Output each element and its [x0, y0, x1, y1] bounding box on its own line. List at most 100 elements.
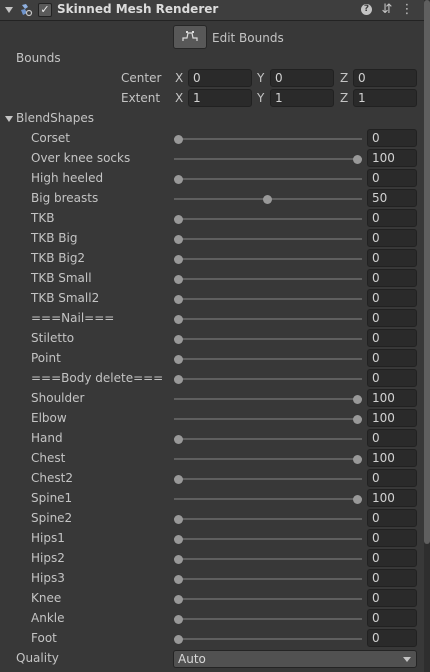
blendshape-slider-track[interactable] — [174, 478, 362, 480]
blendshape-slider-track[interactable] — [174, 158, 362, 160]
blendshape-value-field[interactable]: 0 — [367, 569, 417, 587]
blendshape-slider-track[interactable] — [174, 318, 362, 320]
blendshape-slider-track[interactable] — [174, 458, 362, 460]
help-icon[interactable]: ? — [361, 4, 372, 15]
blendshape-slider-thumb[interactable] — [173, 314, 183, 324]
extent-z-label: Z — [340, 91, 349, 105]
blendshape-slider-track[interactable] — [174, 598, 362, 600]
blendshape-label: Hand — [31, 431, 63, 445]
blendshape-slider-track[interactable] — [174, 258, 362, 260]
blendshape-value-field[interactable]: 0 — [367, 309, 417, 327]
blendshape-value-field[interactable]: 0 — [367, 229, 417, 247]
blendshape-slider-thumb[interactable] — [173, 294, 183, 304]
blendshape-label: Corset — [31, 131, 70, 145]
blendshape-slider-track[interactable] — [174, 178, 362, 180]
blendshape-slider-thumb[interactable] — [173, 174, 183, 184]
blendshape-value-field[interactable]: 0 — [367, 529, 417, 547]
blendshape-value-field[interactable]: 0 — [367, 209, 417, 227]
blendshape-slider-track[interactable] — [174, 238, 362, 240]
blendshape-slider-thumb[interactable] — [173, 634, 183, 644]
blendshape-slider-thumb[interactable] — [173, 334, 183, 344]
quality-dropdown[interactable]: Auto — [173, 650, 417, 668]
blendshape-slider-track[interactable] — [174, 498, 362, 500]
blendshape-value-field[interactable]: 100 — [367, 409, 417, 427]
blendshape-slider-thumb[interactable] — [173, 554, 183, 564]
blendshape-value-field[interactable]: 0 — [367, 549, 417, 567]
blendshape-slider-track[interactable] — [174, 518, 362, 520]
blendshape-slider-track[interactable] — [174, 418, 362, 420]
blendshape-slider-thumb[interactable] — [173, 514, 183, 524]
blendshape-value-field[interactable]: 0 — [367, 349, 417, 367]
blendshape-value-field[interactable]: 0 — [367, 609, 417, 627]
blendshape-value-field[interactable]: 0 — [367, 629, 417, 647]
blendshape-value-field[interactable]: 0 — [367, 589, 417, 607]
blendshape-slider-thumb[interactable] — [173, 254, 183, 264]
blendshape-slider-track[interactable] — [174, 338, 362, 340]
blendshape-value-field[interactable]: 0 — [367, 289, 417, 307]
blendshape-value-field[interactable]: 0 — [367, 429, 417, 447]
blendshape-slider-thumb[interactable] — [352, 414, 362, 424]
blendshape-slider-thumb[interactable] — [173, 354, 183, 364]
component-header[interactable]: ✓ Skinned Mesh Renderer ? ⇵ ⋮ — [0, 0, 424, 21]
edit-bounds-icon — [182, 31, 198, 41]
blendshape-slider-track[interactable] — [174, 638, 362, 640]
blendshape-value-field[interactable]: 100 — [367, 449, 417, 467]
center-y-field[interactable]: 0 — [270, 69, 334, 87]
edit-bounds-button[interactable] — [173, 25, 207, 49]
scrollbar-thumb[interactable] — [424, 0, 430, 544]
scrollbar[interactable] — [424, 0, 430, 672]
blendshape-slider-thumb[interactable] — [173, 134, 183, 144]
blendshape-slider-thumb[interactable] — [173, 274, 183, 284]
enabled-checkbox[interactable]: ✓ — [38, 3, 52, 17]
center-label: Center — [121, 71, 162, 85]
blendshape-slider-track[interactable] — [174, 538, 362, 540]
blendshape-slider-thumb[interactable] — [352, 394, 362, 404]
blendshape-slider-track[interactable] — [174, 278, 362, 280]
fold-arrow-icon[interactable] — [5, 7, 13, 13]
extent-z-field[interactable]: 1 — [353, 89, 417, 107]
blendshape-slider-track[interactable] — [174, 618, 362, 620]
blendshape-slider-track[interactable] — [174, 138, 362, 140]
blendshape-value-field[interactable]: 0 — [367, 329, 417, 347]
extent-y-field[interactable]: 1 — [270, 89, 334, 107]
blendshape-slider-thumb[interactable] — [173, 214, 183, 224]
blendshape-value-field[interactable]: 50 — [367, 189, 417, 207]
blendshape-value-field[interactable]: 0 — [367, 129, 417, 147]
blendshape-slider-thumb[interactable] — [173, 374, 183, 384]
blendshape-slider-track[interactable] — [174, 398, 362, 400]
blendshape-slider-thumb[interactable] — [352, 154, 362, 164]
blendshape-slider-track[interactable] — [174, 218, 362, 220]
blendshape-slider-thumb[interactable] — [352, 454, 362, 464]
blendshapes-fold-icon[interactable] — [5, 116, 13, 122]
preset-icon[interactable]: ⇵ — [380, 3, 394, 17]
blendshape-slider-track[interactable] — [174, 438, 362, 440]
blendshapes-label[interactable]: BlendShapes — [16, 111, 94, 125]
center-z-field[interactable]: 0 — [353, 69, 417, 87]
blendshape-slider-thumb[interactable] — [263, 194, 272, 204]
blendshape-value-field[interactable]: 100 — [367, 149, 417, 167]
blendshape-value-field[interactable]: 0 — [367, 469, 417, 487]
blendshape-slider-thumb[interactable] — [173, 594, 183, 604]
blendshape-slider-thumb[interactable] — [173, 234, 183, 244]
blendshape-value-field[interactable]: 0 — [367, 269, 417, 287]
center-x-field[interactable]: 0 — [188, 69, 252, 87]
blendshape-slider-thumb[interactable] — [352, 494, 362, 504]
blendshape-value-field[interactable]: 0 — [367, 369, 417, 387]
extent-x-field[interactable]: 1 — [188, 89, 252, 107]
more-options-icon[interactable]: ⋮ — [400, 3, 414, 17]
blendshape-slider-thumb[interactable] — [173, 574, 183, 584]
blendshape-value-field[interactable]: 100 — [367, 389, 417, 407]
blendshape-slider-track[interactable] — [174, 558, 362, 560]
blendshape-value-field[interactable]: 0 — [367, 509, 417, 527]
blendshape-value-field[interactable]: 0 — [367, 169, 417, 187]
blendshape-slider-track[interactable] — [174, 578, 362, 580]
blendshape-slider-thumb[interactable] — [173, 614, 183, 624]
blendshape-slider-track[interactable] — [174, 298, 362, 300]
blendshape-slider-track[interactable] — [174, 358, 362, 360]
blendshape-slider-track[interactable] — [174, 378, 362, 380]
blendshape-value-field[interactable]: 100 — [367, 489, 417, 507]
blendshape-slider-thumb[interactable] — [173, 474, 183, 484]
blendshape-slider-thumb[interactable] — [173, 434, 183, 444]
blendshape-slider-thumb[interactable] — [173, 534, 183, 544]
blendshape-value-field[interactable]: 0 — [367, 249, 417, 267]
